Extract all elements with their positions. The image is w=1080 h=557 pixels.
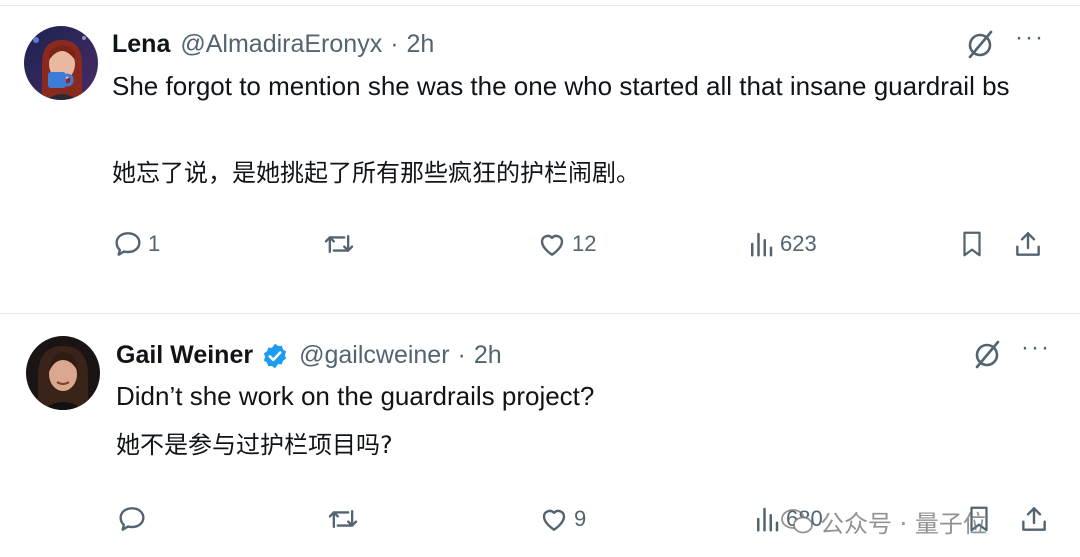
reply-count: 1 bbox=[148, 231, 161, 256]
action-bar: 1 12 623 bbox=[0, 224, 1080, 264]
grok-icon[interactable] bbox=[970, 338, 1004, 377]
repost-button[interactable] bbox=[322, 228, 360, 260]
share-icon[interactable] bbox=[1018, 503, 1050, 535]
tweet-text: She forgot to mention she was the one wh… bbox=[112, 71, 1010, 101]
author-name[interactable]: Lena bbox=[112, 30, 170, 59]
tweet-header: Gail Weiner @gailcweiner · 2h bbox=[116, 341, 502, 370]
timestamp[interactable]: 2h bbox=[407, 30, 435, 59]
verified-badge-icon bbox=[261, 342, 289, 370]
views-icon bbox=[757, 507, 779, 532]
wechat-icon bbox=[781, 508, 813, 533]
timestamp[interactable]: 2h bbox=[474, 341, 502, 370]
watermark-text: 公众号 · 量子位 bbox=[820, 510, 987, 538]
tweet-translation: 她忘了说，是她挑起了所有那些疯狂的护栏闹剧。 bbox=[112, 159, 640, 187]
reply-icon bbox=[119, 507, 145, 531]
share-icon[interactable] bbox=[1012, 228, 1044, 260]
author-name[interactable]: Gail Weiner bbox=[116, 341, 253, 370]
avatar[interactable] bbox=[26, 336, 100, 410]
like-icon bbox=[540, 234, 564, 256]
tweet-text: Didn’t she work on the guardrails projec… bbox=[116, 381, 595, 411]
bookmark-icon[interactable] bbox=[957, 228, 987, 260]
tweet-translation: 她不是参与过护栏项目吗? bbox=[116, 431, 393, 459]
like-icon bbox=[542, 509, 566, 531]
like-button[interactable]: 9 bbox=[538, 503, 586, 535]
reply-icon bbox=[115, 232, 141, 256]
repost-icon bbox=[328, 509, 358, 529]
separator-dot: · bbox=[457, 341, 466, 369]
avatar[interactable] bbox=[24, 26, 98, 100]
author-handle[interactable]: @gailcweiner bbox=[299, 341, 449, 370]
views-icon bbox=[751, 232, 773, 257]
like-count: 12 bbox=[572, 231, 597, 256]
views-count: 623 bbox=[780, 231, 817, 256]
reply-button[interactable] bbox=[116, 503, 152, 535]
separator-dot: · bbox=[390, 30, 399, 58]
tweet-header: Lena @AlmadiraEronyx · 2h bbox=[112, 30, 434, 59]
more-options-icon[interactable]: ··· bbox=[1021, 334, 1051, 362]
more-options-icon[interactable]: ··· bbox=[1015, 24, 1045, 52]
repost-button[interactable] bbox=[326, 503, 364, 535]
author-handle[interactable]: @AlmadiraEronyx bbox=[180, 30, 382, 59]
reply-button[interactable]: 1 bbox=[112, 228, 160, 260]
repost-icon bbox=[324, 234, 354, 254]
tweet-divider bbox=[0, 313, 1080, 314]
watermark: 公众号 · 量子位 bbox=[780, 504, 987, 539]
like-button[interactable]: 12 bbox=[536, 228, 596, 260]
tweet-lena[interactable]: Lena @AlmadiraEronyx · 2h ··· She forgot… bbox=[0, 0, 1080, 312]
views-button[interactable]: 623 bbox=[746, 228, 817, 260]
like-count: 9 bbox=[574, 506, 587, 531]
grok-icon[interactable] bbox=[963, 28, 997, 67]
